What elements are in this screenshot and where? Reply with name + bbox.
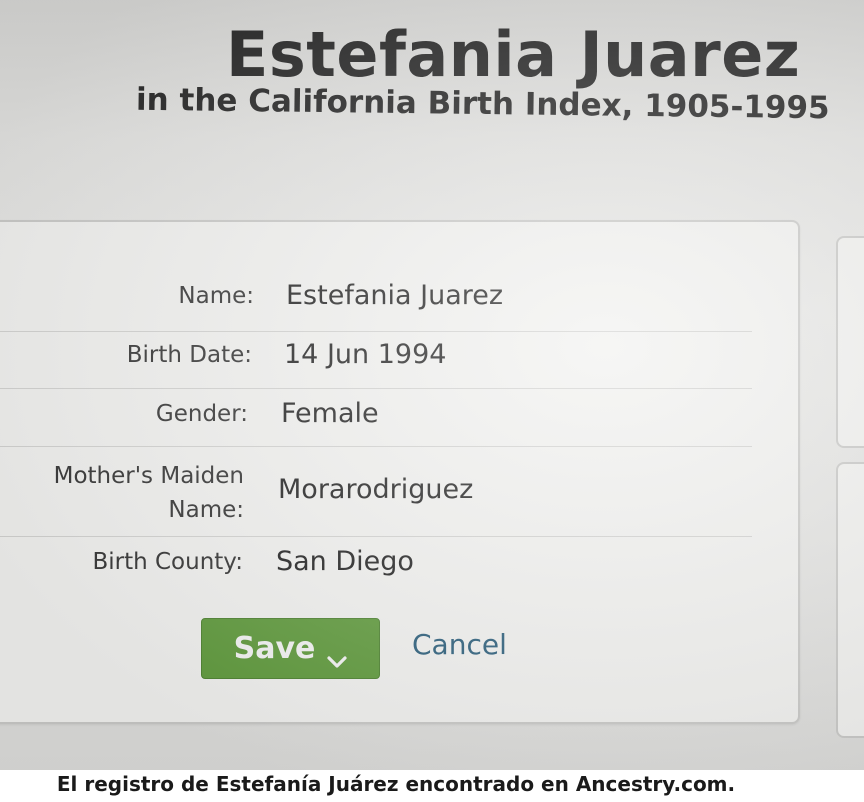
row-divider	[0, 536, 752, 537]
row-divider	[0, 331, 752, 332]
chevron-down-icon	[327, 642, 347, 668]
field-value-birth-date: 14 Jun 1994	[284, 339, 447, 370]
photographed-screen: Estefania Juarez in the California Birth…	[0, 0, 864, 770]
page-subtitle: in the California Birth Index, 1905-1995	[135, 81, 830, 127]
field-label-birth-county: Birth County:	[92, 549, 243, 575]
field-value-gender: Female	[281, 398, 379, 429]
page-title: Estefania Juarez	[226, 18, 801, 91]
image-caption: El registro de Estefanía Juárez encontra…	[56, 772, 736, 796]
side-panel-top	[836, 236, 864, 448]
cancel-link[interactable]: Cancel	[412, 628, 507, 661]
save-button-label: Save	[233, 631, 316, 666]
field-value-name: Estefania Juarez	[286, 280, 504, 311]
row-divider	[0, 388, 752, 389]
field-label-gender: Gender:	[155, 401, 248, 427]
save-button[interactable]: Save	[201, 618, 380, 679]
field-label-name: Name:	[178, 283, 254, 309]
field-label-birth-date: Birth Date:	[126, 342, 252, 368]
row-divider	[0, 446, 752, 447]
field-value-birth-county: San Diego	[276, 546, 414, 577]
field-value-mothers-maiden-name: Morarodriguez	[278, 474, 474, 505]
side-panel-bottom	[836, 462, 864, 738]
field-label-mothers-maiden-name: Mother's Maiden Name:	[53, 463, 244, 523]
